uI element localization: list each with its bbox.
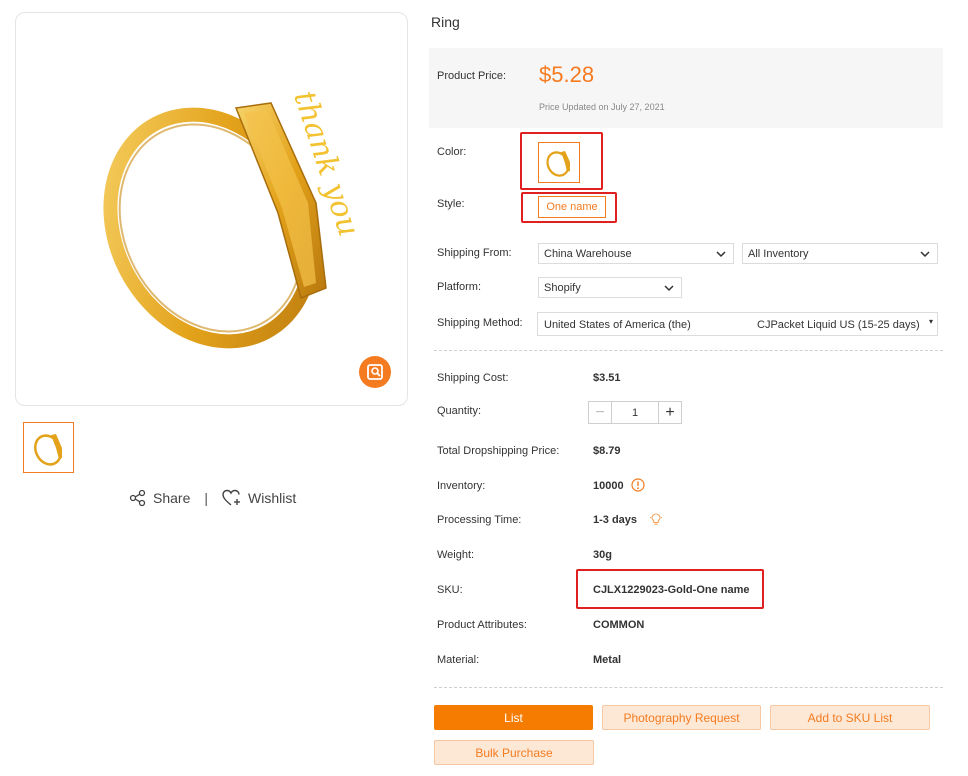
thumbnail-ring-icon — [34, 434, 62, 466]
material-label: Material: — [437, 654, 480, 666]
color-swatch-gold[interactable] — [538, 142, 580, 183]
wishlist-label: Wishlist — [248, 490, 297, 506]
price-updated-note: Price Updated on July 27, 2021 — [539, 102, 665, 112]
sku-value: CJLX1229023-Gold-One name — [593, 584, 750, 596]
total-price-value: $8.79 — [593, 445, 621, 457]
material-value: Metal — [593, 654, 622, 666]
quantity-increment-button[interactable]: + — [658, 402, 681, 423]
photography-request-button[interactable]: Photography Request — [602, 705, 761, 730]
inventory-filter-value: All Inventory — [748, 247, 809, 260]
thumbnail-image[interactable] — [23, 422, 74, 473]
inventory-label: Inventory: — [437, 480, 486, 492]
total-price-label: Total Dropshipping Price: — [437, 445, 560, 457]
platform-select[interactable]: Shopify — [538, 277, 682, 298]
share-button[interactable]: Share — [129, 489, 190, 507]
lightbulb-icon[interactable] — [649, 512, 663, 526]
platform-value: Shopify — [544, 281, 581, 294]
chevron-down-icon — [664, 285, 674, 292]
product-attributes-label: Product Attributes: — [437, 619, 527, 631]
shipping-from-select[interactable]: China Warehouse — [538, 243, 734, 264]
list-button[interactable]: List — [434, 705, 593, 730]
style-option-one-name[interactable]: One name — [538, 196, 606, 218]
product-attributes-value: COMMON — [593, 619, 645, 631]
dropdown-triangle-icon: ▾ — [928, 317, 933, 326]
sku-label: SKU: — [437, 584, 463, 596]
quantity-label: Quantity: — [437, 405, 482, 417]
quantity-decrement-button[interactable]: − — [589, 402, 612, 423]
ring-swatch-icon — [546, 151, 570, 177]
share-label: Share — [153, 490, 191, 506]
shipping-cost-value: $3.51 — [593, 372, 621, 384]
separator: | — [204, 490, 208, 506]
weight-label: Weight: — [437, 549, 475, 561]
divider-top — [434, 350, 943, 351]
product-title: Ring — [431, 14, 460, 30]
processing-time-label: Processing Time: — [437, 514, 522, 526]
shipping-from-label: Shipping From: — [437, 247, 512, 259]
shipping-method-carrier: CJPacket Liquid US (15-25 days) — [757, 319, 920, 331]
shipping-method-country: United States of America (the) — [544, 319, 691, 331]
shipping-method-select[interactable]: United States of America (the) CJPacket … — [537, 312, 938, 336]
add-to-sku-list-button[interactable]: Add to SKU List — [770, 705, 930, 730]
price-value: $5.28 — [539, 62, 595, 87]
share-wishlist-row: Share | Wishlist — [129, 489, 296, 507]
main-product-image[interactable]: thank you — [15, 12, 408, 406]
color-label: Color: — [437, 146, 467, 158]
chevron-down-icon — [716, 251, 726, 258]
share-icon — [129, 489, 147, 507]
shipping-method-label: Shipping Method: — [437, 317, 523, 329]
inventory-filter-select[interactable]: All Inventory — [742, 243, 938, 264]
shipping-from-value: China Warehouse — [544, 247, 632, 260]
alert-circle-icon[interactable] — [631, 478, 645, 492]
platform-label: Platform: — [437, 281, 482, 293]
style-label: Style: — [437, 198, 465, 210]
weight-value: 30g — [593, 549, 612, 561]
bulk-purchase-button[interactable]: Bulk Purchase — [434, 740, 594, 765]
quantity-stepper: − 1 + — [588, 401, 682, 424]
processing-time-value: 1-3 days — [593, 514, 638, 526]
divider-bottom — [434, 687, 943, 688]
shipping-cost-label: Shipping Cost: — [437, 372, 509, 384]
chevron-down-icon — [920, 251, 930, 258]
price-label: Product Price: — [437, 70, 507, 82]
image-zoom-icon — [367, 364, 383, 380]
heart-plus-icon — [222, 489, 242, 507]
quantity-input[interactable]: 1 — [612, 402, 658, 423]
inventory-value: 10000 — [593, 480, 624, 492]
price-panel: Product Price: $5.28 Price Updated on Ju… — [429, 48, 943, 128]
image-zoom-button[interactable] — [359, 356, 391, 388]
ring-illustration: thank you — [103, 87, 366, 349]
wishlist-button[interactable]: Wishlist — [222, 489, 296, 507]
